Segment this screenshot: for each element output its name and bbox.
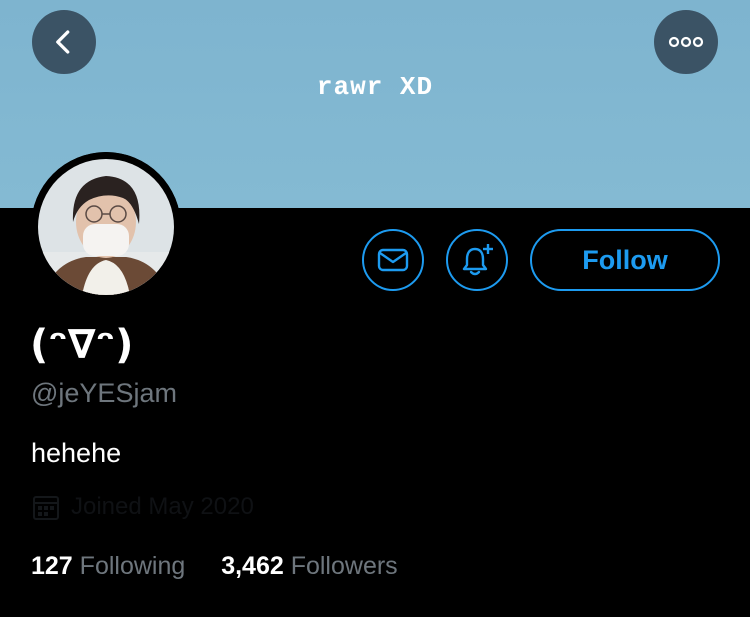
profile-bio: hehehe xyxy=(31,438,122,468)
display-name: (ᵔ∇ᵔ) xyxy=(30,322,134,368)
user-handle: @jeYESjam xyxy=(31,378,177,408)
bell-plus-icon xyxy=(462,244,493,276)
following-link[interactable]: 127 Following xyxy=(31,552,192,580)
more-options-button[interactable] xyxy=(654,10,718,74)
joined-date: Joined May 2020 xyxy=(31,492,254,522)
following-label: Following xyxy=(79,552,186,580)
banner-text: rawr XD xyxy=(316,72,434,102)
follow-button[interactable]: Follow xyxy=(530,229,720,291)
following-count: 127 xyxy=(31,552,73,580)
followers-link[interactable]: 3,462 Followers xyxy=(221,552,398,580)
followers-label: Followers xyxy=(290,552,398,580)
more-horizontal-icon xyxy=(668,36,704,48)
joined-label: Joined May 2020 xyxy=(71,493,254,520)
message-button[interactable] xyxy=(362,229,424,291)
follow-stats: 127 Following 3,462 Followers xyxy=(31,552,398,581)
profile-page: rawr XD Follow (ᵔ∇ᵔ) @jeYESjam hehehe Jo… xyxy=(0,0,750,617)
back-button[interactable] xyxy=(32,10,96,74)
avatar[interactable] xyxy=(31,152,181,302)
envelope-icon xyxy=(377,248,409,272)
followers-count: 3,462 xyxy=(221,552,284,580)
notifications-button[interactable] xyxy=(446,229,508,291)
calendar-icon xyxy=(33,496,59,520)
chevron-left-icon xyxy=(56,30,70,54)
